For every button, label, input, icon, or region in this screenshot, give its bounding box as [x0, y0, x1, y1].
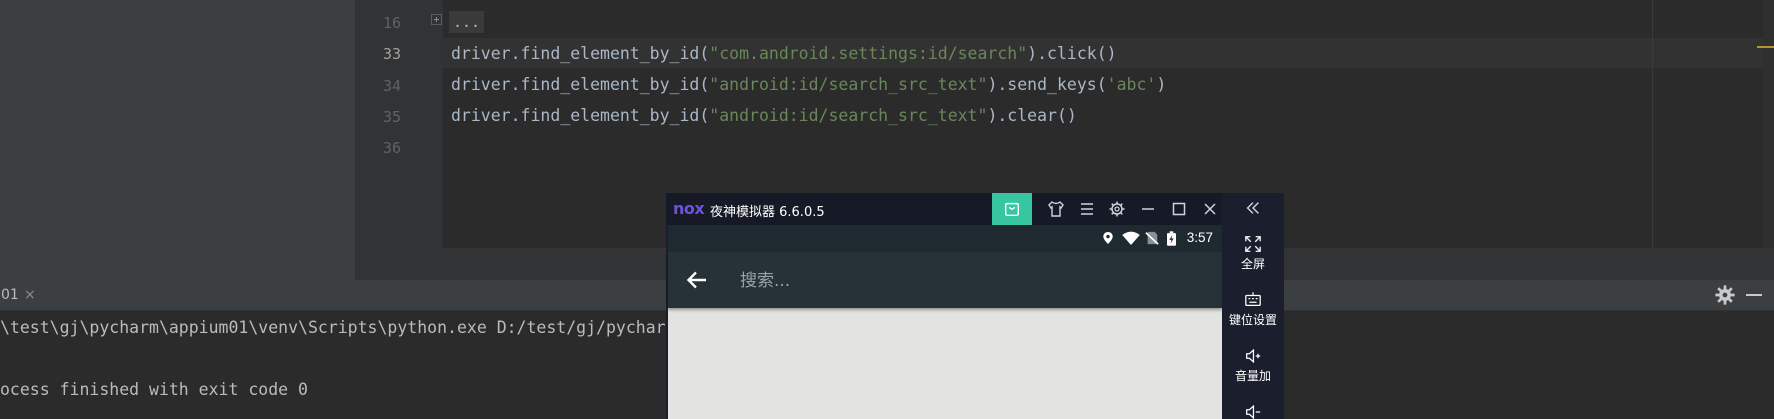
status-bar-time: 3:57	[1186, 230, 1213, 245]
window-title: 夜神模拟器 6.6.0.5	[710, 205, 825, 220]
console-line: \test\gj\pycharm\appium01\venv\Scripts\p…	[0, 318, 676, 337]
code-token: driver.find_element_by_id(	[451, 75, 710, 94]
keyboard-icon	[1245, 292, 1261, 307]
maximize-icon[interactable]	[1169, 199, 1189, 219]
volume-down-icon	[1246, 404, 1261, 419]
editor-scrollbar[interactable]	[1763, 0, 1774, 248]
fullscreen-icon	[1245, 236, 1261, 252]
nox-logo: nox	[673, 199, 705, 218]
gear-icon[interactable]	[1714, 284, 1736, 306]
folded-code-block[interactable]: ...	[449, 11, 485, 33]
code-token: )	[1156, 75, 1167, 94]
line-number: 16	[382, 14, 401, 32]
project-tree-panel[interactable]	[0, 0, 355, 280]
fullscreen-button[interactable]: 全屏	[1222, 235, 1284, 272]
console-line: ocess finished with exit code 0	[0, 380, 308, 399]
close-icon[interactable]	[1200, 199, 1220, 219]
volume-down-button[interactable]	[1222, 403, 1284, 419]
fullscreen-label: 全屏	[1240, 257, 1265, 271]
back-arrow-icon[interactable]	[686, 270, 708, 290]
code-string: "com.android.settings:id/search"	[709, 44, 1028, 63]
android-screen[interactable]: 3:57	[668, 225, 1222, 419]
collapse-sidebar-icon[interactable]	[1244, 199, 1262, 217]
keymap-settings-label: 键位设置	[1228, 313, 1277, 327]
app-store-button[interactable]	[992, 193, 1032, 225]
code-line[interactable]: driver.find_element_by_id("android:id/se…	[451, 106, 1077, 125]
search-toolbar	[668, 252, 1222, 308]
line-number: 33	[382, 45, 401, 63]
code-line[interactable]: driver.find_element_by_id("com.android.s…	[451, 44, 1117, 63]
location-icon	[1103, 232, 1113, 244]
volume-up-button[interactable]: 音量加	[1222, 347, 1284, 384]
code-token: ).click()	[1027, 44, 1117, 63]
line-number: 36	[382, 139, 401, 157]
menu-icon[interactable]	[1077, 199, 1097, 219]
nox-emulator-window[interactable]: nox 夜神模拟器 6.6.0.5 3:57 搜索... 全屏 键位设置 音量加	[666, 193, 1284, 419]
nox-sidebar: 全屏 键位设置 音量加	[1222, 193, 1284, 419]
volume-up-label: 音量加	[1234, 369, 1271, 383]
line-number: 35	[382, 108, 401, 126]
line-number: 34	[382, 77, 401, 95]
skin-shirt-icon[interactable]	[1046, 199, 1066, 219]
shopping-bag-icon	[1004, 202, 1020, 217]
android-status-bar: 3:57	[668, 225, 1222, 252]
search-input[interactable]	[738, 266, 1182, 296]
fold-expand-icon[interactable]	[431, 14, 442, 25]
settings-gear-icon[interactable]	[1107, 199, 1127, 219]
code-token: driver.find_element_by_id(	[451, 106, 710, 125]
right-margin-guide	[1652, 0, 1653, 248]
battery-charging-icon	[1167, 231, 1176, 246]
close-icon[interactable]: ×	[24, 281, 36, 309]
code-string: "android:id/search_src_text"	[709, 106, 988, 125]
code-token: ).send_keys(	[987, 75, 1107, 94]
run-tab-label[interactable]: 01	[0, 280, 19, 310]
minimize-panel-button[interactable]	[1746, 294, 1762, 296]
code-line[interactable]: driver.find_element_by_id("android:id/se…	[451, 75, 1166, 94]
volume-up-icon	[1246, 348, 1261, 364]
code-token: driver.find_element_by_id(	[451, 44, 710, 63]
scrollbar-marker	[1757, 46, 1774, 48]
code-string: 'abc'	[1106, 75, 1157, 94]
code-string: "android:id/search_src_text"	[709, 75, 988, 94]
minimize-icon[interactable]	[1138, 199, 1158, 219]
code-token: ).clear()	[987, 106, 1077, 125]
keymap-settings-button[interactable]: 键位设置	[1222, 291, 1284, 328]
wifi-icon	[1122, 231, 1140, 245]
no-sim-icon	[1145, 231, 1159, 245]
